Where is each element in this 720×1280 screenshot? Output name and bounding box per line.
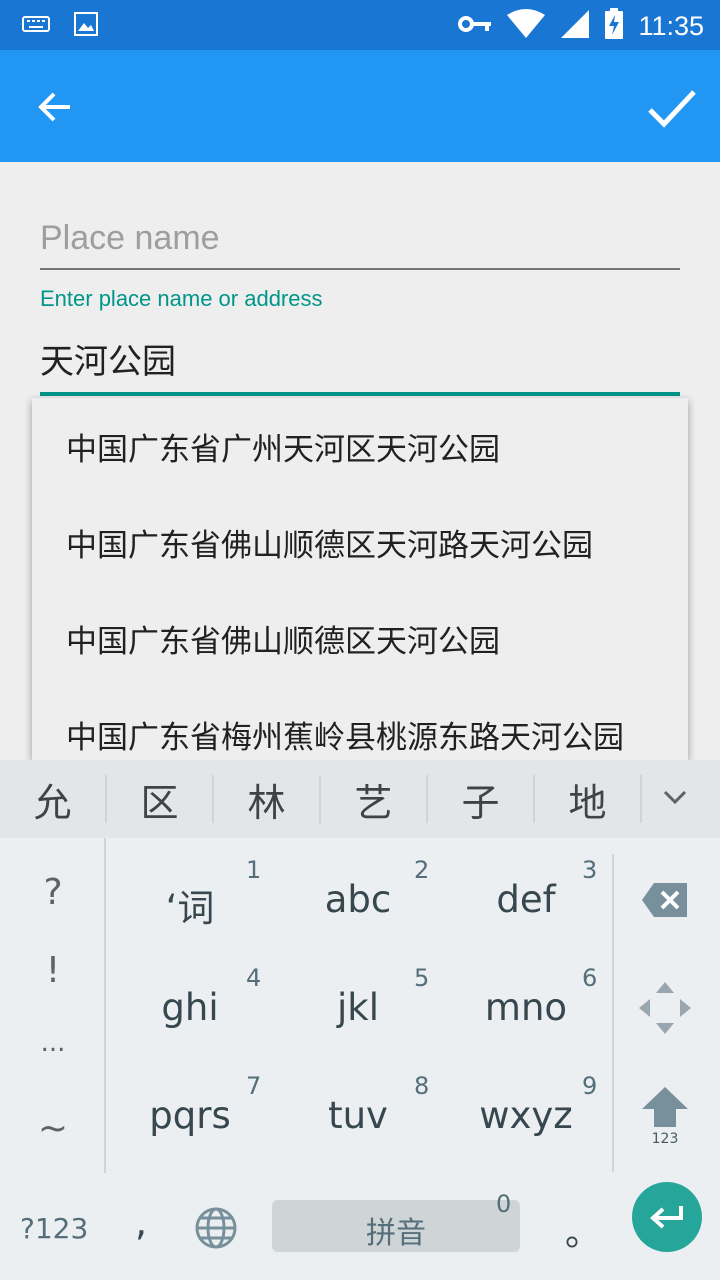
key-number: 3 bbox=[582, 856, 598, 884]
backspace-icon bbox=[642, 883, 687, 917]
key-number: 6 bbox=[582, 964, 598, 992]
soft-keyboard: 允 区 林 艺 子 地 ? ! ... ~ ‘词 1 abc 2 def 3 g… bbox=[0, 760, 720, 1280]
confirm-button[interactable] bbox=[644, 80, 700, 136]
t9-key-6[interactable]: mno 6 bbox=[442, 946, 610, 1054]
check-icon bbox=[648, 90, 696, 128]
candidate[interactable]: 子 bbox=[428, 772, 533, 827]
suggestion-dropdown: 中国广东省广州天河区天河公园 中国广东省佛山顺德区天河路天河公园 中国广东省佛山… bbox=[32, 398, 688, 760]
divider bbox=[612, 854, 614, 1172]
keyboard-icon bbox=[22, 14, 50, 38]
globe-icon bbox=[195, 1207, 237, 1249]
punctuation-column: ? ! ... ~ bbox=[0, 838, 106, 1173]
t9-key-8[interactable]: tuv 8 bbox=[274, 1054, 442, 1162]
comma-key[interactable]: , bbox=[135, 1200, 147, 1244]
key-number: 9 bbox=[582, 1072, 598, 1100]
key-area: ? ! ... ~ ‘词 1 abc 2 def 3 ghi 4 jkl 5 m bbox=[0, 838, 720, 1280]
four-way-arrow-icon bbox=[639, 982, 691, 1034]
t9-key-2[interactable]: abc 2 bbox=[274, 838, 442, 946]
arrow-back-icon bbox=[38, 92, 70, 122]
enter-icon bbox=[650, 1206, 683, 1229]
space-key[interactable]: 拼音 0 bbox=[272, 1190, 520, 1252]
delete-key[interactable] bbox=[620, 860, 710, 940]
suggestion-item[interactable]: 中国广东省梅州蕉岭县桃源东路天河公园 bbox=[32, 686, 688, 760]
place-name-field[interactable]: Place name bbox=[40, 210, 680, 270]
divider bbox=[640, 775, 642, 823]
shift-123-key[interactable]: 123 bbox=[620, 1066, 710, 1166]
key-number: 5 bbox=[414, 964, 430, 992]
language-switch-button[interactable] bbox=[194, 1206, 238, 1250]
chevron-down-icon bbox=[663, 790, 687, 805]
address-label: Enter place name or address bbox=[40, 286, 323, 311]
cursor-move-key[interactable] bbox=[620, 968, 710, 1048]
app-bar bbox=[0, 50, 720, 162]
wifi-icon bbox=[506, 9, 546, 43]
key-number: 7 bbox=[246, 1072, 262, 1100]
expand-candidates-button[interactable] bbox=[660, 782, 690, 812]
back-button[interactable] bbox=[30, 82, 80, 132]
up-arrow-icon bbox=[642, 1087, 688, 1127]
key-label: pqrs bbox=[149, 1094, 231, 1137]
question-key[interactable]: ? bbox=[0, 872, 106, 913]
space-number: 0 bbox=[496, 1190, 512, 1218]
shift-sub-label: 123 bbox=[651, 1131, 679, 1147]
key-label: ‘词 bbox=[165, 887, 215, 930]
key-number: 4 bbox=[246, 964, 262, 992]
place-name-placeholder: Place name bbox=[40, 219, 220, 257]
t9-key-9[interactable]: wxyz 9 bbox=[442, 1054, 610, 1162]
image-icon bbox=[74, 12, 98, 40]
candidate[interactable]: 区 bbox=[107, 772, 212, 827]
status-bar: 11:35 bbox=[0, 0, 720, 50]
key-label: mno bbox=[484, 986, 568, 1029]
space-label: 拼音 bbox=[366, 1216, 426, 1251]
candidate[interactable]: 林 bbox=[214, 772, 319, 827]
t9-key-3[interactable]: def 3 bbox=[442, 838, 610, 946]
key-label: jkl bbox=[337, 986, 379, 1029]
period-key[interactable]: 。 bbox=[565, 1204, 601, 1256]
key-number: 1 bbox=[246, 856, 262, 884]
t9-key-4[interactable]: ghi 4 bbox=[106, 946, 274, 1054]
battery-charging-icon bbox=[604, 8, 624, 44]
key-label: def bbox=[496, 878, 556, 921]
address-input[interactable]: 天河公园 bbox=[40, 332, 680, 396]
t9-key-5[interactable]: jkl 5 bbox=[274, 946, 442, 1054]
status-time: 11:35 bbox=[638, 10, 704, 41]
t9-key-1[interactable]: ‘词 1 bbox=[106, 838, 274, 946]
key-label: tuv bbox=[328, 1094, 388, 1137]
key-label: abc bbox=[324, 878, 392, 921]
t9-key-7[interactable]: pqrs 7 bbox=[106, 1054, 274, 1162]
tilde-key[interactable]: ~ bbox=[0, 1108, 106, 1149]
candidate-bar: 允 区 林 艺 子 地 bbox=[0, 760, 720, 838]
enter-key[interactable] bbox=[632, 1182, 702, 1252]
keyboard-bottom-row: ?123 , 拼音 0 。 bbox=[0, 1170, 720, 1280]
candidate[interactable]: 地 bbox=[535, 772, 640, 827]
exclamation-key[interactable]: ! bbox=[0, 950, 106, 991]
suggestion-item[interactable]: 中国广东省佛山顺德区天河路天河公园 bbox=[32, 494, 688, 590]
key-label: ghi bbox=[161, 986, 219, 1029]
vpn-key-icon bbox=[458, 14, 492, 38]
key-label: wxyz bbox=[479, 1094, 573, 1137]
address-value: 天河公园 bbox=[40, 342, 176, 382]
ellipsis-key[interactable]: ... bbox=[0, 1028, 106, 1058]
candidate[interactable]: 允 bbox=[0, 772, 105, 827]
key-number: 8 bbox=[414, 1072, 430, 1100]
suggestion-item[interactable]: 中国广东省佛山顺德区天河公园 bbox=[32, 590, 688, 686]
signal-icon bbox=[560, 9, 590, 43]
candidate[interactable]: 艺 bbox=[321, 772, 426, 827]
symbols-key[interactable]: ?123 bbox=[20, 1212, 88, 1245]
key-number: 2 bbox=[414, 856, 430, 884]
suggestion-item[interactable]: 中国广东省广州天河区天河公园 bbox=[32, 398, 688, 494]
